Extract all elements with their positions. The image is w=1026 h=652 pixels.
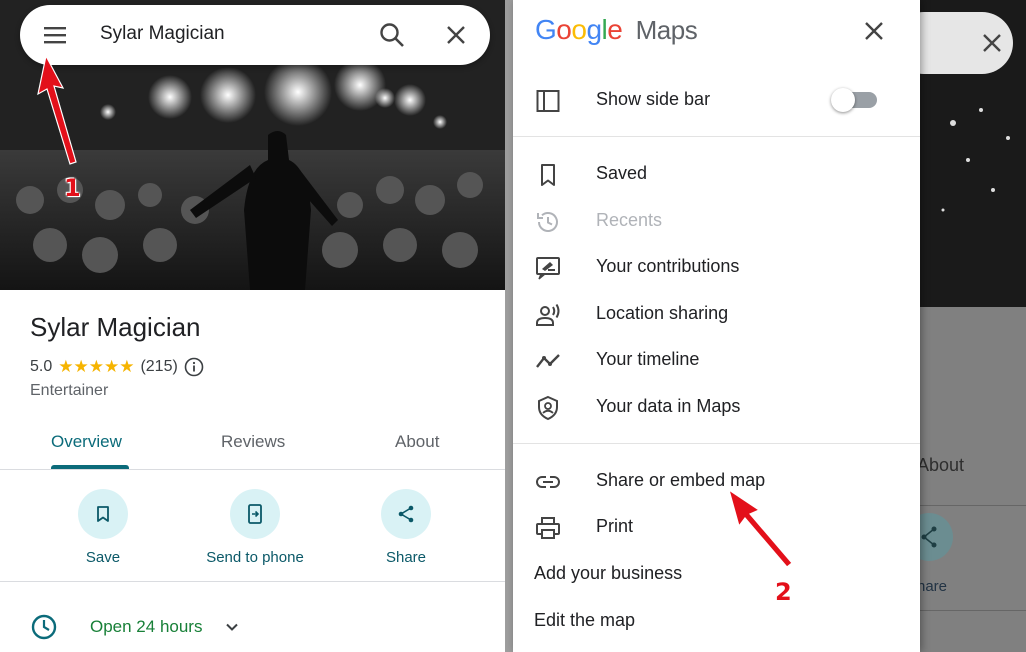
maps-wordmark: Maps (635, 15, 698, 45)
show-side-bar-toggle[interactable] (831, 88, 877, 112)
divider (513, 136, 920, 137)
history-icon (535, 209, 561, 235)
annotation-number-1: 1 (64, 174, 81, 202)
save-label: Save (85, 549, 121, 566)
clock-icon (30, 613, 58, 641)
sidebar-icon (535, 88, 561, 114)
menu-item-label: Print (596, 516, 634, 536)
menu-item-label: Your contributions (596, 256, 740, 276)
send-to-phone-icon (230, 489, 280, 539)
location-sharing-icon (535, 302, 561, 328)
info-icon[interactable] (184, 357, 204, 377)
menu-item-recents[interactable]: Recents (513, 201, 920, 241)
contributions-icon (535, 255, 561, 281)
place-panel: Sylar Magician 1 Sylar Magician 5.0 ★★★★… (0, 0, 505, 652)
timeline-icon (535, 348, 561, 374)
menu-item-your-contributions[interactable]: Your contributions (513, 247, 920, 287)
menu-item-your-timeline[interactable]: Your timeline (513, 340, 920, 380)
google-wordmark: Google (535, 14, 623, 45)
bookmark-icon (535, 162, 561, 188)
menu-item-label: Edit the map (534, 610, 636, 630)
tab-reviews[interactable]: Reviews (221, 432, 285, 452)
close-icon[interactable] (444, 23, 468, 47)
annotation-arrow-icon (37, 56, 77, 165)
hours-row[interactable]: Open 24 hours (30, 612, 242, 642)
close-icon (981, 32, 1003, 54)
rating-value: 5.0 (30, 358, 53, 375)
chevron-down-icon[interactable] (222, 617, 242, 637)
save-button[interactable]: Save (48, 489, 158, 566)
tab-about[interactable]: About (395, 432, 439, 452)
menu-item-label: Location sharing (596, 303, 729, 323)
close-icon[interactable] (863, 20, 885, 42)
menu-icon[interactable] (42, 23, 68, 47)
share-label: Share (385, 549, 427, 566)
screenshot-gap (505, 0, 513, 652)
search-icon[interactable] (378, 21, 406, 49)
menu-item-label: Saved (596, 163, 648, 183)
place-tabs: Overview Reviews About (0, 420, 505, 470)
menu-item-add-your-business[interactable]: Add your business (513, 554, 920, 594)
shield-icon (535, 395, 561, 421)
share-icon (381, 489, 431, 539)
menu-item-label: Show side bar (596, 89, 711, 109)
divider (917, 505, 1026, 506)
bookmark-icon (78, 489, 128, 539)
menu-item-location-sharing[interactable]: Location sharing (513, 294, 920, 334)
menu-item-share-or-embed-map[interactable]: Share or embed map (513, 461, 920, 501)
divider (0, 581, 505, 582)
tab-overview[interactable]: Overview (51, 432, 122, 452)
review-count[interactable]: (215) (140, 358, 177, 376)
menu-item-label: Add your business (534, 563, 683, 583)
background-tab-about: About (917, 455, 965, 475)
menu-item-edit-the-map[interactable]: Edit the map (513, 601, 920, 641)
active-tab-indicator (51, 465, 129, 469)
link-icon (535, 469, 561, 495)
background-share-label: hare (917, 578, 948, 595)
menu-item-saved[interactable]: Saved (513, 154, 920, 194)
annotation-number-2: 2 (775, 578, 792, 606)
main-menu-drawer: Google Maps Show side bar Saved Recents … (513, 0, 920, 652)
send-to-phone-label: Send to phone (206, 549, 304, 566)
search-query[interactable]: Sylar Magician (100, 23, 225, 45)
share-button[interactable]: Share (351, 489, 461, 566)
menu-item-label: Recents (596, 210, 663, 230)
hours-status: Open 24 hours (90, 617, 203, 636)
menu-item-print[interactable]: Print (513, 507, 920, 547)
send-to-phone-button[interactable]: Send to phone (192, 489, 318, 566)
google-maps-logo: Google Maps (535, 14, 698, 46)
place-title: Sylar Magician (30, 312, 201, 342)
menu-item-your-data-in-maps[interactable]: Your data in Maps (513, 387, 920, 427)
divider (917, 610, 1026, 611)
search-box[interactable]: Sylar Magician (20, 5, 490, 65)
print-icon (535, 515, 561, 541)
divider (513, 443, 920, 444)
menu-item-label: Your data in Maps (596, 396, 741, 416)
place-category[interactable]: Entertainer (30, 382, 108, 400)
rating-row: 5.0 ★★★★★ (215) (30, 356, 204, 378)
rating-stars: ★★★★★ (58, 357, 135, 376)
annotation-arrow-icon (727, 488, 793, 568)
menu-item-label: Your timeline (596, 349, 700, 369)
